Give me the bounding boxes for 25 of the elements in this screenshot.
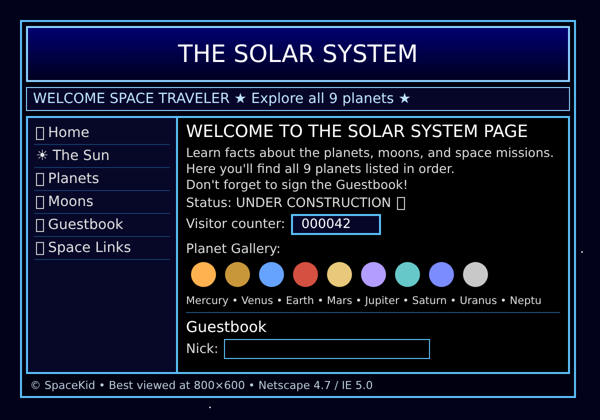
status-text: Status: UNDER CONSTRUCTION — [186, 196, 392, 211]
nav-link[interactable]: ☀ The Sun — [34, 145, 170, 168]
page-heading: WELCOME TO THE SOLAR SYSTEM PAGE — [186, 122, 530, 142]
nav-link[interactable]: Moons — [34, 191, 170, 214]
gallery-label: Planet Gallery: — [186, 242, 281, 257]
missing-glyph-icon — [36, 126, 44, 140]
planet-names: Mercury • Venus • Earth • Mars • Jupiter • Saturn • Uranus • Neptu — [186, 292, 560, 313]
nick-label: Nick: — [186, 342, 218, 356]
nav-link[interactable]: Planets — [34, 168, 170, 191]
intro-text: Learn facts about the planets, moons, and space missions. Here you'll find all 9 planets listed in order. Don't forget to sign the Guestbook! — [186, 145, 555, 193]
missing-glyph-icon — [397, 197, 406, 210]
missing-glyph-icon — [36, 196, 44, 208]
footer-text: © SpaceKid • Best viewed at 800×600 • Netscape 4.7 / IE 5.0 — [29, 379, 374, 392]
nav-link[interactable]: Guestbook — [34, 214, 170, 237]
nav-link[interactable]: Space Links — [34, 237, 170, 260]
nick-input-field[interactable] — [224, 339, 430, 359]
missing-glyph-icon — [36, 242, 44, 254]
guestbook-heading: Guestbook — [186, 318, 268, 336]
nav-link[interactable]: Home — [34, 122, 170, 145]
welcome-marquee: WELCOME SPACE TRAVELER ★ Explore all 9 planets ★ — [26, 87, 570, 111]
visitor-counter: 000042 — [291, 214, 382, 235]
counter-label: Visitor counter: — [186, 217, 286, 232]
site-title: THE SOLAR SYSTEM — [26, 26, 570, 82]
missing-glyph-icon — [36, 218, 44, 232]
missing-glyph-icon — [36, 172, 44, 186]
